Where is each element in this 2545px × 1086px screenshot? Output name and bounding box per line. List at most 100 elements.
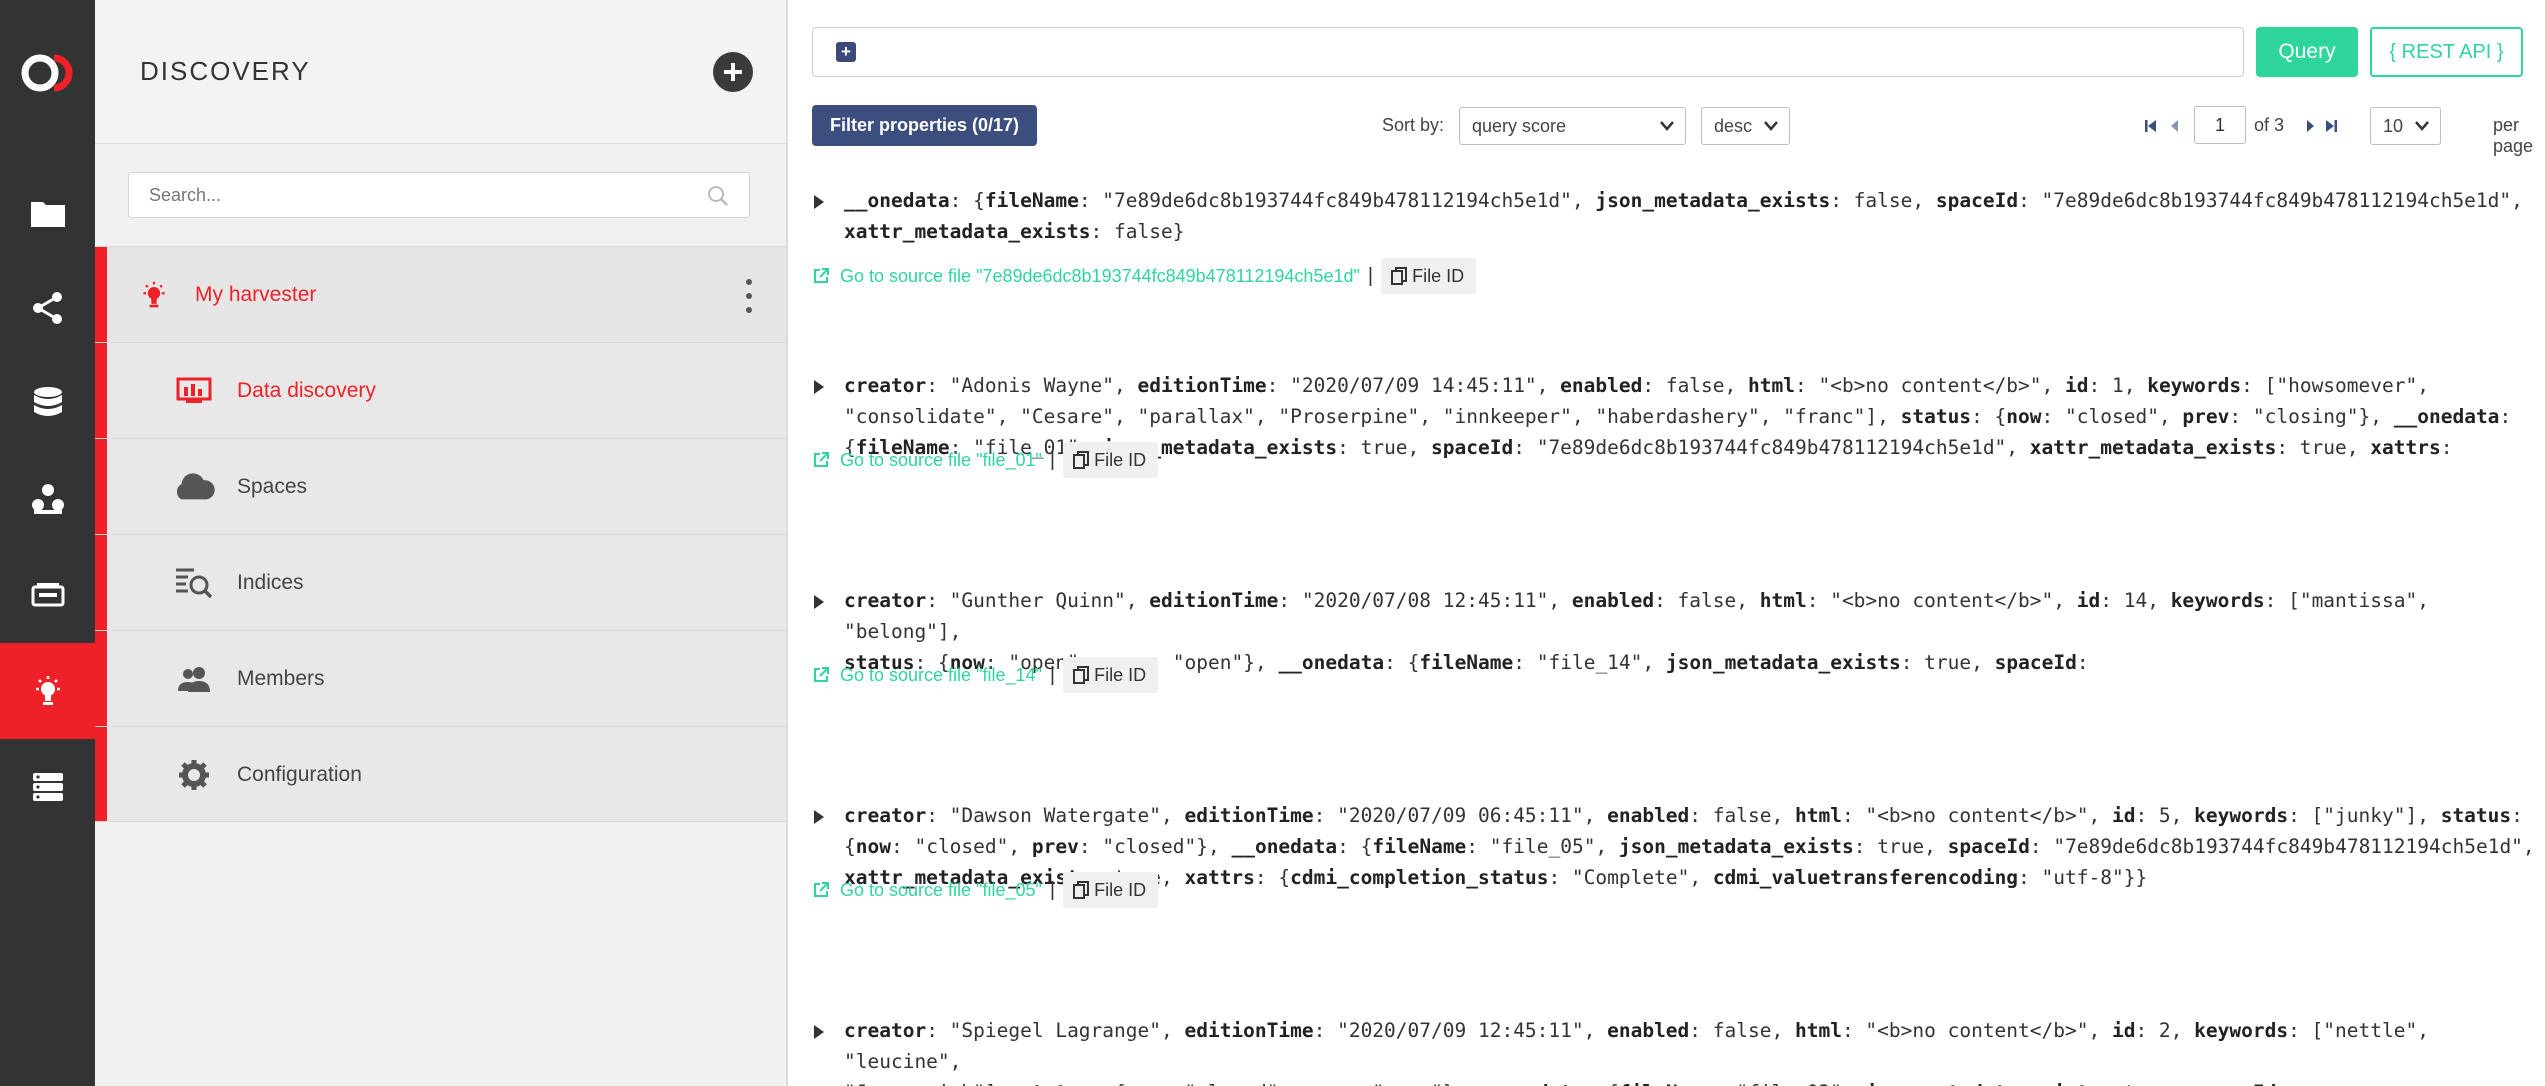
property-value: : "<b>no content</b>", (1807, 589, 2077, 612)
property-key: __onedata (1278, 651, 1384, 674)
property-value: : "closing"}, (2229, 405, 2393, 428)
property-value: : "7e89de6dc8b193744fc849b478112194ch5e1… (2030, 835, 2535, 858)
go-to-source-link[interactable]: Go to source file "7e89de6dc8b193744fc84… (812, 266, 1360, 287)
property-key: editionTime (1149, 589, 1278, 612)
property-value: : "7e89de6dc8b193744fc849b478112194ch5e1… (1513, 436, 2030, 459)
property-key: fileName (1419, 651, 1513, 674)
property-value: : { (950, 189, 985, 212)
property-value: : "2020/07/09 12:45:11", (1314, 1019, 1608, 1042)
rail-groups-button[interactable] (0, 451, 95, 547)
go-to-source-link[interactable]: Go to source file "file_05" (812, 880, 1042, 901)
sidebar-list: My harvester Data discovery Spaces Indic… (95, 246, 786, 822)
rail-providers-button[interactable] (0, 547, 95, 643)
property-value: : "utf-8"}} (2018, 866, 2147, 889)
property-key: status (1020, 1081, 1090, 1086)
first-page-icon[interactable] (2144, 118, 2158, 134)
harvester-menu-button[interactable] (745, 279, 753, 313)
property-value: : true, (1337, 436, 1431, 459)
copy-icon (1073, 666, 1089, 684)
property-key: keywords (2147, 374, 2241, 397)
property-key: spaceId (1995, 651, 2077, 674)
filter-properties-button[interactable]: Filter properties (0/17) (812, 105, 1037, 146)
rail-clusters-button[interactable] (0, 739, 95, 835)
result-actions: Go to source file "7e89de6dc8b193744fc84… (812, 258, 1476, 294)
property-key: spaceId (1431, 436, 1513, 459)
property-value: : "<b>no content</b>", (1842, 804, 2112, 827)
property-key: now (1126, 1081, 1161, 1086)
rest-api-button[interactable]: { REST API } (2370, 27, 2523, 77)
per-page-select[interactable]: 10 (2370, 107, 2441, 145)
property-key: json_metadata_exists (1666, 651, 1901, 674)
property-key: xattrs (2370, 436, 2440, 459)
sidebar-item-spaces[interactable]: Spaces (95, 438, 786, 534)
property-key: status (2441, 804, 2511, 827)
property-value: : false} (1091, 220, 1185, 243)
add-harvester-button[interactable] (713, 52, 753, 92)
property-value: : 1, (2089, 374, 2148, 397)
sidebar-item-members[interactable]: Members (95, 630, 786, 726)
rail-shares-button[interactable] (0, 260, 95, 356)
folder-icon (30, 198, 66, 228)
next-page-icon[interactable] (2306, 118, 2316, 134)
sidebar-item-label: Data discovery (237, 379, 376, 403)
property-value: : "Spiegel Lagrange", (926, 1019, 1184, 1042)
cluster-icon (32, 771, 64, 803)
property-key: __onedata (1231, 835, 1337, 858)
active-indicator (95, 535, 107, 630)
per-page-label: per page (2493, 115, 2545, 157)
property-key: spaceId (2194, 1081, 2276, 1086)
file-id-label: File ID (1094, 880, 1146, 901)
copy-file-id-button[interactable]: File ID (1063, 442, 1158, 478)
page-number-input[interactable]: 1 (2194, 106, 2246, 144)
expand-triangle-icon[interactable] (812, 379, 826, 395)
property-value: : "<b>no content</b>", (1795, 374, 2065, 397)
plus-icon (722, 61, 744, 83)
property-value: : false, (1830, 189, 1936, 212)
expand-triangle-icon[interactable] (812, 1024, 826, 1040)
property-value: : { (1971, 405, 2006, 428)
go-to-source-link[interactable]: Go to source file "file_01" (812, 450, 1042, 471)
expand-triangle-icon[interactable] (812, 194, 826, 210)
provider-icon (31, 581, 65, 609)
property-value: : "2020/07/09 06:45:11", (1314, 804, 1608, 827)
go-to-source-link[interactable]: Go to source file "file_14" (812, 665, 1042, 686)
result-properties: creator: "Spiegel Lagrange", editionTime… (844, 1015, 2544, 1086)
onedata-logo[interactable] (0, 38, 95, 108)
property-value: : 14, (2100, 589, 2170, 612)
active-indicator (95, 727, 107, 821)
rail-harvesters-button[interactable] (0, 643, 95, 739)
property-key: prev (1032, 835, 1079, 858)
query-button[interactable]: Query (2256, 27, 2358, 77)
sidebar-item-data-discovery[interactable]: Data discovery (95, 342, 786, 438)
prev-page-icon[interactable] (2169, 118, 2179, 134)
go-to-source-label: Go to source file "7e89de6dc8b193744fc84… (840, 266, 1360, 287)
property-key: id (2112, 804, 2135, 827)
active-indicator (95, 343, 107, 438)
query-builder[interactable]: + (812, 27, 2244, 77)
property-key: status (1901, 405, 1971, 428)
property-value: : "closed", (1161, 1081, 1302, 1086)
rail-spaces-button[interactable] (0, 356, 95, 452)
property-value: : "7e89de6dc8b193744fc849b478112194ch5e1… (2018, 189, 2523, 212)
sidebar-item-my-harvester[interactable]: My harvester (95, 246, 786, 342)
expand-triangle-icon[interactable] (812, 809, 826, 825)
expand-triangle-icon[interactable] (812, 594, 826, 610)
copy-icon (1073, 451, 1089, 469)
chevron-down-icon (1763, 120, 1779, 132)
sidebar-item-configuration[interactable]: Configuration (95, 726, 786, 822)
property-key: editionTime (1184, 1019, 1313, 1042)
sidebar-item-indices[interactable]: Indices (95, 534, 786, 630)
property-value: : false, (1689, 804, 1795, 827)
last-page-icon[interactable] (2324, 118, 2338, 134)
main-content: + Query { REST API } Filter properties (… (788, 0, 2545, 1086)
rail-data-button[interactable] (0, 165, 95, 261)
copy-file-id-button[interactable]: File ID (1381, 258, 1476, 294)
add-condition-button[interactable]: + (836, 42, 856, 62)
search-input[interactable] (129, 173, 669, 217)
sort-order-select[interactable]: desc (1701, 107, 1790, 145)
copy-file-id-button[interactable]: File ID (1063, 872, 1158, 908)
copy-file-id-button[interactable]: File ID (1063, 657, 1158, 693)
sort-field-select[interactable]: query score (1459, 107, 1686, 145)
property-key: xattrs (1184, 866, 1254, 889)
property-key: creator (844, 374, 926, 397)
